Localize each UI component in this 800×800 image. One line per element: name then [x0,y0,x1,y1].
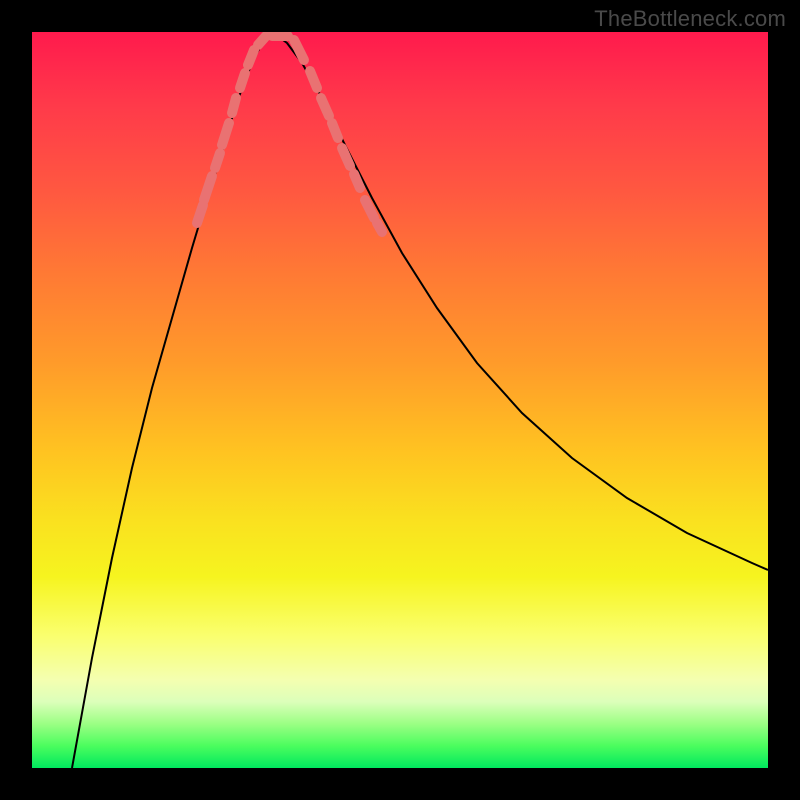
watermark-text: TheBottleneck.com [594,6,786,32]
dash-segment [365,200,374,218]
curves-svg [32,32,768,768]
plot-area [32,32,768,768]
dash-segment [310,71,317,88]
dash-overlay [197,36,382,232]
dash-segment [294,40,304,60]
chart-frame: TheBottleneck.com [0,0,800,800]
dash-segment [215,153,220,168]
dash-segment [258,36,266,45]
dash-segment [248,50,254,65]
left-curve [72,32,272,768]
dash-segment [377,223,382,232]
dash-segment [332,123,338,138]
right-curve [272,32,768,570]
dash-segment [222,123,229,145]
dash-segment [240,73,245,88]
dash-segment [197,205,203,223]
dash-segment [321,98,329,116]
dash-segment [232,98,236,113]
dash-segment [204,176,212,200]
dash-segment [354,174,360,188]
